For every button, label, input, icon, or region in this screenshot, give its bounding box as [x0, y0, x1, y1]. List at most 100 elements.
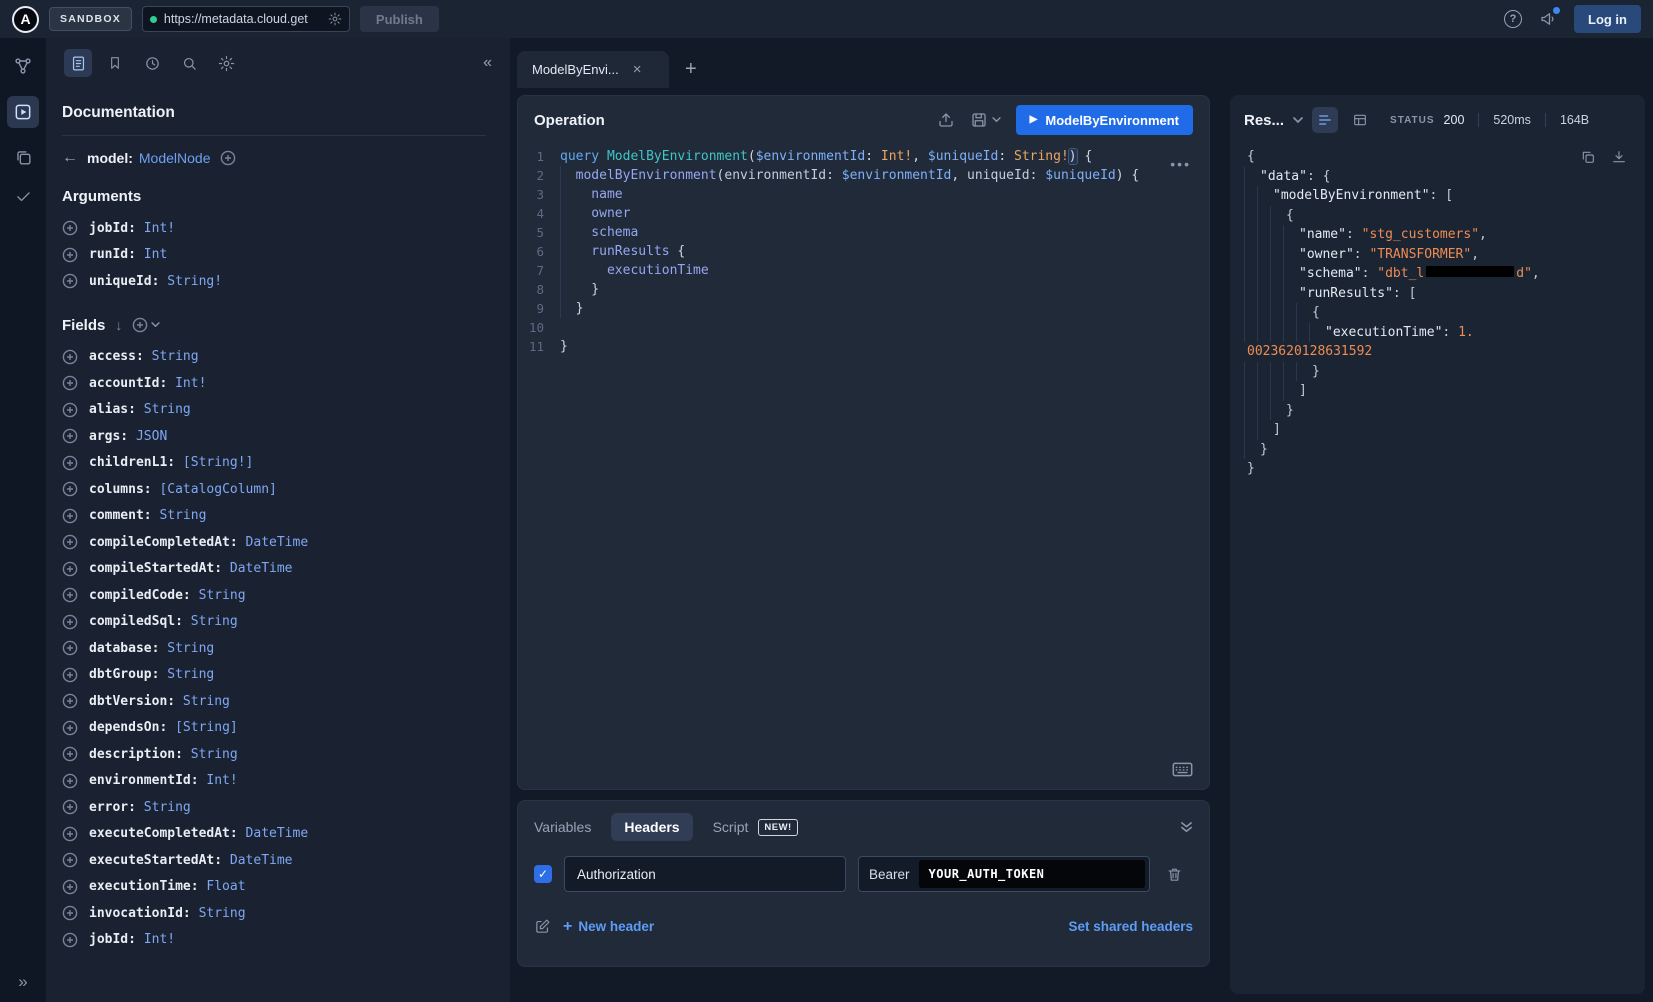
code-line[interactable]: 10 — [518, 318, 1209, 337]
field-type[interactable]: Int! — [206, 773, 237, 788]
sidebar-item-explorer[interactable] — [7, 96, 39, 128]
doc-field-row[interactable]: compileStartedAt: DateTime — [62, 556, 486, 583]
checkbox-checked-icon[interactable]: ✓ — [534, 865, 552, 883]
breadcrumb-type[interactable]: ModelNode — [139, 150, 211, 166]
doc-field-row[interactable]: childrenL1: [String!] — [62, 450, 486, 477]
add-circle-icon[interactable] — [62, 640, 78, 656]
doc-field-row[interactable]: invocationId: String — [62, 900, 486, 927]
field-type[interactable]: Int! — [144, 221, 175, 236]
collapse-icon[interactable]: « — [483, 54, 492, 72]
graphql-editor[interactable]: 1query ModelByEnvironment($environmentId… — [518, 144, 1209, 789]
doc-field-row[interactable]: accountId: Int! — [62, 370, 486, 397]
add-circle-icon[interactable] — [62, 773, 78, 789]
code-line[interactable]: 4 owner — [518, 204, 1209, 223]
code-line[interactable]: 9 } — [518, 299, 1209, 318]
add-circle-icon[interactable] — [62, 799, 78, 815]
field-type[interactable]: String — [199, 588, 246, 603]
doc-field-row[interactable]: compiledCode: String — [62, 582, 486, 609]
publish-button[interactable]: Publish — [360, 6, 439, 32]
field-type[interactable]: String — [152, 349, 199, 364]
code-line[interactable]: 7 executionTime — [518, 261, 1209, 280]
download-icon[interactable] — [1611, 149, 1627, 165]
header-value-input[interactable]: Bearer YOUR_AUTH_TOKEN — [858, 856, 1150, 892]
code-line[interactable]: 5 schema — [518, 223, 1209, 242]
tab-search[interactable] — [175, 49, 203, 77]
doc-field-row[interactable]: dbtVersion: String — [62, 688, 486, 715]
code-line[interactable]: 1query ModelByEnvironment($environmentId… — [518, 147, 1209, 166]
field-type[interactable]: DateTime — [230, 853, 293, 868]
field-type[interactable]: DateTime — [230, 561, 293, 576]
new-header-button[interactable]: + New header — [563, 919, 654, 935]
operation-tab[interactable]: ModelByEnvi... × — [517, 51, 669, 88]
field-type[interactable]: String — [191, 614, 238, 629]
doc-field-row[interactable]: executeCompletedAt: DateTime — [62, 821, 486, 848]
tab-script[interactable]: Script — [713, 819, 749, 835]
add-circle-icon[interactable] — [62, 534, 78, 550]
add-circle-icon[interactable] — [62, 826, 78, 842]
keyboard-shortcuts-button[interactable] — [1172, 762, 1193, 777]
more-icon[interactable]: ••• — [1170, 156, 1191, 172]
doc-field-row[interactable]: compiledSql: String — [62, 609, 486, 636]
code-line[interactable]: 11} — [518, 337, 1209, 356]
field-type[interactable]: String — [191, 747, 238, 762]
expand-icon[interactable]: » — [18, 972, 27, 992]
field-type[interactable]: Float — [206, 879, 245, 894]
auth-token-field[interactable]: YOUR_AUTH_TOKEN — [919, 860, 1145, 888]
add-circle-icon[interactable] — [62, 220, 78, 236]
field-type[interactable]: String — [167, 641, 214, 656]
add-circle-icon[interactable] — [62, 720, 78, 736]
field-type[interactable]: DateTime — [246, 535, 309, 550]
settings-icon[interactable] — [328, 12, 342, 26]
field-type[interactable]: JSON — [136, 429, 167, 444]
apollo-logo[interactable]: A — [12, 6, 39, 33]
header-key-input[interactable]: Authorization — [564, 856, 846, 892]
doc-field-row[interactable]: description: String — [62, 741, 486, 768]
add-circle-icon[interactable] — [62, 746, 78, 762]
add-all-fields-button[interactable] — [132, 317, 160, 333]
endpoint-input[interactable]: https://metadata.cloud.get — [142, 6, 350, 32]
doc-field-row[interactable]: dbtGroup: String — [62, 662, 486, 689]
checklist-icon[interactable] — [14, 187, 33, 206]
field-type[interactable]: String — [183, 694, 230, 709]
help-icon[interactable]: ? — [1504, 10, 1522, 28]
field-type[interactable]: String — [167, 667, 214, 682]
announcements-button[interactable] — [1539, 10, 1557, 28]
field-type[interactable]: String — [144, 402, 191, 417]
doc-field-row[interactable]: alias: String — [62, 397, 486, 424]
field-type[interactable]: String — [159, 508, 206, 523]
doc-field-row[interactable]: executeStartedAt: DateTime — [62, 847, 486, 874]
clone-icon[interactable] — [14, 148, 33, 167]
field-type[interactable]: String! — [167, 274, 222, 289]
add-circle-icon[interactable] — [62, 667, 78, 683]
document-edit-icon[interactable] — [534, 918, 551, 935]
add-circle-icon[interactable] — [62, 402, 78, 418]
add-circle-icon[interactable] — [220, 150, 236, 166]
doc-field-row[interactable]: compileCompletedAt: DateTime — [62, 529, 486, 556]
code-line[interactable]: 2 modelByEnvironment(environmentId: $env… — [518, 166, 1209, 185]
doc-field-row[interactable]: runId: Int — [62, 242, 486, 269]
add-circle-icon[interactable] — [62, 614, 78, 630]
doc-field-row[interactable]: comment: String — [62, 503, 486, 530]
close-icon[interactable]: × — [633, 62, 642, 77]
field-type[interactable]: [CatalogColumn] — [159, 482, 276, 497]
sort-desc-icon[interactable]: ↓ — [115, 317, 122, 333]
field-type[interactable]: Int! — [144, 932, 175, 947]
field-type[interactable]: DateTime — [246, 826, 309, 841]
field-type[interactable]: String — [144, 800, 191, 815]
field-type[interactable]: Int! — [175, 376, 206, 391]
add-circle-icon[interactable] — [62, 879, 78, 895]
add-circle-icon[interactable] — [62, 273, 78, 289]
add-circle-icon[interactable] — [62, 587, 78, 603]
add-circle-icon[interactable] — [62, 852, 78, 868]
graph-icon[interactable] — [13, 56, 33, 76]
view-prettified-button[interactable] — [1312, 107, 1338, 133]
doc-field-row[interactable]: columns: [CatalogColumn] — [62, 476, 486, 503]
add-circle-icon[interactable] — [62, 375, 78, 391]
add-circle-icon[interactable] — [62, 905, 78, 921]
field-type[interactable]: [String] — [175, 720, 238, 735]
view-table-button[interactable] — [1347, 107, 1373, 133]
set-shared-headers-link[interactable]: Set shared headers — [1068, 919, 1193, 934]
field-type[interactable]: [String!] — [183, 455, 253, 470]
doc-field-row[interactable]: error: String — [62, 794, 486, 821]
trash-icon[interactable] — [1166, 866, 1183, 883]
